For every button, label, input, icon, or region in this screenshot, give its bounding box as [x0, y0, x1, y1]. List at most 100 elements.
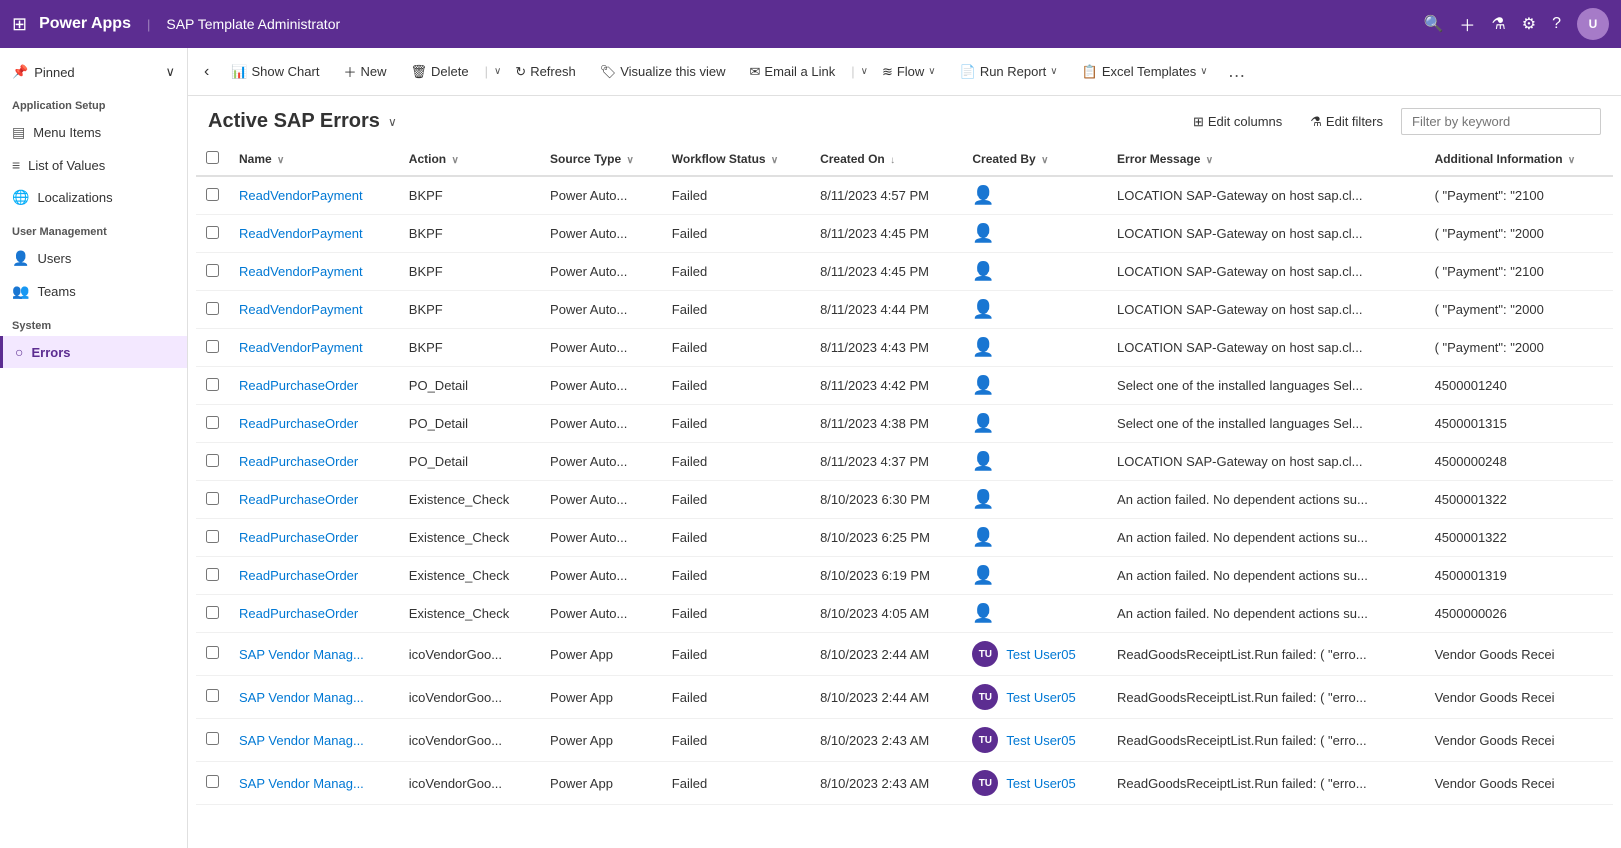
new-button[interactable]: ＋ New	[333, 56, 396, 87]
col-header-created-by[interactable]: Created By ∨	[962, 143, 1107, 176]
row-checkbox[interactable]	[206, 646, 219, 659]
user-name-link[interactable]: Test User05	[1006, 733, 1075, 748]
row-checkbox[interactable]	[206, 530, 219, 543]
row-name-link[interactable]: SAP Vendor Manag...	[239, 690, 364, 705]
more-options-button[interactable]: …	[1222, 61, 1252, 82]
row-name-cell: ReadPurchaseOrder	[229, 367, 399, 405]
row-name-link[interactable]: ReadPurchaseOrder	[239, 606, 358, 621]
row-checkbox[interactable]	[206, 264, 219, 277]
user-avatar[interactable]: U	[1577, 8, 1609, 40]
col-header-workflow-status[interactable]: Workflow Status ∨	[662, 143, 810, 176]
row-workflow-status-cell: Failed	[662, 633, 810, 676]
row-created-on-cell: 8/11/2023 4:57 PM	[810, 176, 962, 215]
edit-columns-button[interactable]: ⊞ Edit columns	[1183, 109, 1292, 135]
select-all-checkbox[interactable]	[206, 151, 219, 164]
row-name-link[interactable]: SAP Vendor Manag...	[239, 776, 364, 791]
dropdown-icon-1[interactable]: ∨	[494, 66, 501, 77]
delete-button[interactable]: 🗑 Delete	[400, 58, 478, 86]
flow-button[interactable]: ≋ Flow ∨	[872, 58, 946, 86]
col-header-created-on[interactable]: Created On ↓	[810, 143, 962, 176]
table-row: ReadVendorPaymentBKPFPower Auto...Failed…	[196, 291, 1613, 329]
user-name-link[interactable]: Test User05	[1006, 690, 1075, 705]
row-name-link[interactable]: ReadVendorPayment	[239, 264, 363, 279]
anonymous-user-icon: 👤	[972, 223, 994, 243]
run-report-button[interactable]: 📄 Run Report ∨	[950, 58, 1068, 86]
select-all-header[interactable]	[196, 143, 229, 176]
row-checkbox[interactable]	[206, 732, 219, 745]
row-checkbox[interactable]	[206, 416, 219, 429]
back-button[interactable]: ‹	[196, 59, 217, 85]
row-name-link[interactable]: ReadPurchaseOrder	[239, 492, 358, 507]
row-checkbox-cell	[196, 719, 229, 762]
user-name-link[interactable]: Test User05	[1006, 647, 1075, 662]
flow-dropdown-icon: ∨	[928, 66, 935, 77]
row-checkbox[interactable]	[206, 568, 219, 581]
sidebar-item-localizations[interactable]: 🌐 Localizations	[0, 181, 187, 214]
row-name-link[interactable]: ReadVendorPayment	[239, 302, 363, 317]
row-name-link[interactable]: ReadPurchaseOrder	[239, 454, 358, 469]
dropdown-icon-2[interactable]: ∨	[861, 66, 868, 77]
settings-icon[interactable]: ⚙	[1522, 14, 1536, 34]
email-link-button[interactable]: ✉ Email a Link	[740, 58, 846, 86]
col-header-action[interactable]: Action ∨	[399, 143, 540, 176]
table-row: SAP Vendor Manag...icoVendorGoo...Power …	[196, 719, 1613, 762]
row-name-cell: SAP Vendor Manag...	[229, 719, 399, 762]
row-checkbox[interactable]	[206, 340, 219, 353]
row-checkbox[interactable]	[206, 606, 219, 619]
row-created-by-cell: 👤	[962, 481, 1107, 519]
anonymous-user-icon: 👤	[972, 413, 994, 433]
row-name-link[interactable]: ReadVendorPayment	[239, 188, 363, 203]
row-checkbox[interactable]	[206, 775, 219, 788]
col-header-source-type[interactable]: Source Type ∨	[540, 143, 662, 176]
row-name-link[interactable]: ReadPurchaseOrder	[239, 568, 358, 583]
page-title-dropdown-icon[interactable]: ∨	[388, 115, 397, 129]
row-error-message-cell: LOCATION SAP-Gateway on host sap.cl...	[1107, 176, 1425, 215]
refresh-button[interactable]: ↻ Refresh	[505, 58, 585, 86]
row-additional-info-cell: Vendor Goods Recei	[1425, 762, 1613, 805]
sidebar-pinned[interactable]: 📌 Pinned ∨	[0, 56, 187, 88]
row-name-link[interactable]: ReadVendorPayment	[239, 226, 363, 241]
add-icon[interactable]: ＋	[1459, 12, 1475, 36]
keyword-filter-input[interactable]	[1401, 108, 1601, 135]
row-name-link[interactable]: SAP Vendor Manag...	[239, 647, 364, 662]
row-checkbox[interactable]	[206, 188, 219, 201]
separator-2: |	[851, 64, 854, 79]
row-name-link[interactable]: ReadPurchaseOrder	[239, 378, 358, 393]
anonymous-user-icon: 👤	[972, 337, 994, 357]
row-checkbox[interactable]	[206, 454, 219, 467]
row-checkbox[interactable]	[206, 226, 219, 239]
grid-icon[interactable]: ⊞	[12, 14, 27, 35]
visualize-button[interactable]: 🏷 Visualize this view	[590, 58, 736, 86]
row-created-on-cell: 8/10/2023 2:43 AM	[810, 762, 962, 805]
row-name-link[interactable]: ReadVendorPayment	[239, 340, 363, 355]
row-checkbox-cell	[196, 595, 229, 633]
sidebar-item-users[interactable]: 👤 Users	[0, 242, 187, 275]
help-icon[interactable]: ?	[1552, 15, 1561, 33]
row-error-message-cell: Select one of the installed languages Se…	[1107, 367, 1425, 405]
show-chart-button[interactable]: 📊 Show Chart	[221, 58, 329, 86]
sidebar-item-menu-items[interactable]: ▤ Menu Items	[0, 116, 187, 149]
row-checkbox[interactable]	[206, 378, 219, 391]
col-header-name[interactable]: Name ∨	[229, 143, 399, 176]
additional-info-sort-icon: ∨	[1568, 155, 1575, 166]
row-checkbox[interactable]	[206, 302, 219, 315]
col-header-error-message[interactable]: Error Message ∨	[1107, 143, 1425, 176]
row-checkbox[interactable]	[206, 492, 219, 505]
col-header-additional-info[interactable]: Additional Information ∨	[1425, 143, 1613, 176]
edit-filters-button[interactable]: ⚗ Edit filters	[1300, 109, 1393, 135]
filter-icon[interactable]: ⚗	[1491, 14, 1505, 34]
row-checkbox[interactable]	[206, 689, 219, 702]
row-created-by-cell: 👤	[962, 176, 1107, 215]
row-action-cell: PO_Detail	[399, 367, 540, 405]
sidebar-item-teams[interactable]: 👥 Teams	[0, 275, 187, 308]
flow-icon: ≋	[882, 64, 893, 80]
sidebar-item-errors[interactable]: ○ Errors	[0, 336, 187, 368]
row-name-link[interactable]: ReadPurchaseOrder	[239, 416, 358, 431]
search-icon[interactable]: 🔍	[1423, 14, 1443, 34]
excel-templates-button[interactable]: 📋 Excel Templates ∨	[1072, 58, 1218, 86]
row-name-link[interactable]: ReadPurchaseOrder	[239, 530, 358, 545]
user-name-link[interactable]: Test User05	[1006, 776, 1075, 791]
table-row: SAP Vendor Manag...icoVendorGoo...Power …	[196, 762, 1613, 805]
sidebar-item-list-of-values[interactable]: ≡ List of Values	[0, 149, 187, 181]
row-name-link[interactable]: SAP Vendor Manag...	[239, 733, 364, 748]
